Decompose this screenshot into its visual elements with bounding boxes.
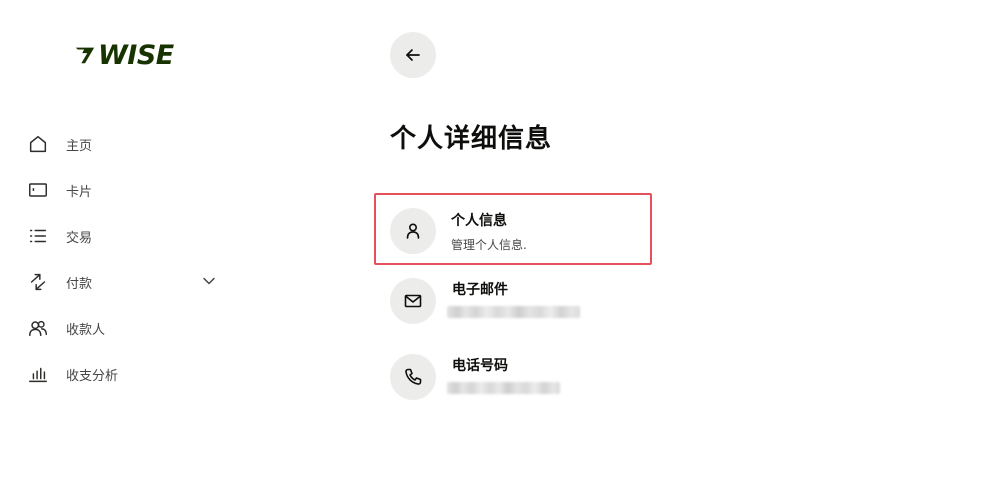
chevron-down-icon[interactable] [202, 274, 216, 288]
phone-icon [390, 354, 436, 400]
sidebar-item-cards[interactable]: 卡片 [26, 167, 226, 213]
email-value-redacted [447, 306, 580, 318]
sidebar-item-label: 付款 [66, 276, 93, 292]
email-item[interactable]: 电子邮件 [374, 271, 652, 343]
back-button[interactable] [390, 32, 436, 78]
wise-flag-icon [75, 47, 95, 64]
personal-info-title: 个人信息 [451, 213, 507, 229]
page-title: 个人详细信息 [390, 124, 553, 154]
sidebar-item-label: 收支分析 [66, 368, 119, 384]
bar-chart-icon [26, 362, 50, 386]
arrow-left-icon [406, 49, 420, 61]
email-title: 电子邮件 [452, 282, 508, 298]
sidebar-item-label: 交易 [66, 230, 93, 246]
sidebar-item-label: 收款人 [66, 322, 106, 338]
home-icon [26, 132, 50, 156]
transfer-arrows-icon [26, 270, 50, 294]
personal-info-item[interactable]: 个人信息 管理个人信息. [374, 193, 652, 265]
envelope-icon [390, 278, 436, 324]
sidebar-item-recipients[interactable]: 收款人 [26, 305, 226, 351]
sidebar-item-insights[interactable]: 收支分析 [26, 351, 226, 397]
details-list: 个人信息 管理个人信息. 电子邮件 电话号码 [374, 193, 652, 419]
personal-details-page: WISE 主页 卡片 交易 付款 收款人 收支分析 个人详细信息 个人信息 管理… [0, 0, 1000, 487]
phone-value-redacted [447, 382, 560, 394]
wise-logo[interactable]: WISE [74, 40, 174, 70]
sidebar-item-home[interactable]: 主页 [26, 121, 226, 167]
wise-logo-text: WISE [98, 39, 174, 71]
sidebar-item-payments[interactable]: 付款 [26, 259, 226, 305]
personal-info-subtitle: 管理个人信息. [451, 238, 527, 252]
list-icon [26, 224, 50, 248]
phone-item[interactable]: 电话号码 [374, 347, 652, 419]
sidebar-item-label: 主页 [66, 138, 93, 154]
card-icon [26, 178, 50, 202]
sidebar-item-label: 卡片 [66, 184, 93, 200]
recipients-icon [26, 316, 50, 340]
person-icon [390, 208, 436, 254]
sidebar-item-transactions[interactable]: 交易 [26, 213, 226, 259]
phone-title: 电话号码 [452, 358, 508, 374]
sidebar-nav: 主页 卡片 交易 付款 收款人 收支分析 [26, 121, 226, 397]
